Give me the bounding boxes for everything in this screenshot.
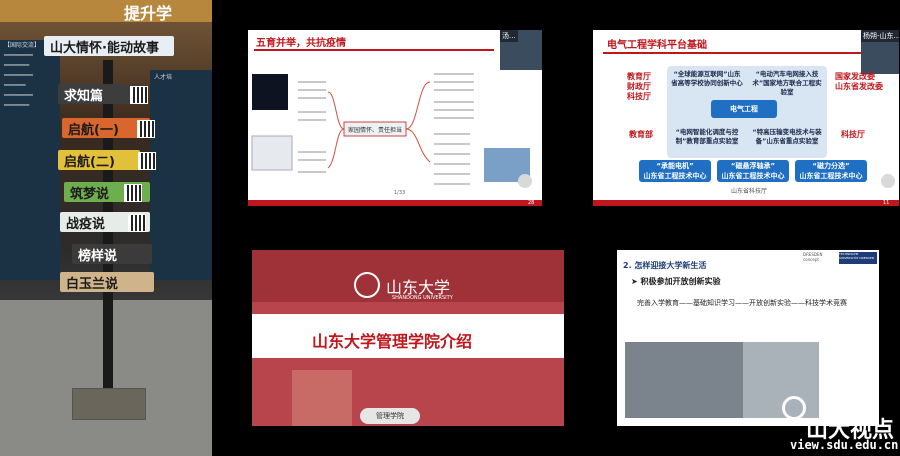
- title-underline: [254, 49, 494, 51]
- sign-7: 白玉兰说: [60, 272, 154, 292]
- slide-mindmap: 五育并举，共抗疫情 汤... 家园情怀、责任担当 1/33 28: [248, 30, 542, 206]
- footer-bar: [593, 200, 899, 206]
- signpost-pole: [103, 60, 113, 405]
- slide-new-life: 2. 怎样迎接大学新生活 ➤ 积极参加开放创新实验 DRESDEN concep…: [617, 250, 879, 426]
- bottom-box-2: “磁力分选” 山东省工程技术中心: [795, 160, 867, 182]
- dresden-logo: DRESDEN concept: [803, 252, 823, 262]
- title-underline: [603, 52, 863, 54]
- top-left-center: “全球能源互联网”山东省高等学校协同创新中心: [671, 70, 743, 87]
- university-seal-icon: [354, 272, 380, 298]
- signpost-base: [72, 388, 146, 420]
- left-photo: 提升学 【国际交流】 ━━━━━━━━ ━━━━━━━ ━━━━━━━━ ━━━━━━…: [0, 0, 212, 456]
- flow-text: 完善入学教育——基础知识学习——开放创新实验——科技学术竞赛: [637, 299, 847, 307]
- slide-title: 山东大学管理学院介绍: [312, 332, 473, 351]
- bottom-box-0: “承能电机” 山东省工程技术中心: [639, 160, 711, 182]
- slide-management: 山东大学 SHANDONG UNIVERSITY 山东大学管理学院介绍 管理学院: [252, 250, 564, 426]
- left-label-1: 教育厅 财政厅 科技厅: [627, 72, 651, 101]
- qr-code-icon: [128, 214, 146, 232]
- sign-3: 启航(二): [58, 150, 140, 170]
- lab-photo-2: [743, 342, 819, 418]
- left-label-2: 教育部: [629, 130, 653, 139]
- sign-0: 山大情怀·能动故事: [44, 36, 174, 56]
- right-label-1: 国家发改委 山东省发改委: [835, 72, 883, 91]
- arrow-icon: ➤: [631, 277, 641, 286]
- bullet: ➤ 积极参加开放创新实验: [631, 277, 721, 286]
- footer-bar: [248, 200, 542, 206]
- watermark-url: view.sdu.edu.cn: [790, 438, 899, 452]
- banner-text: 提升学: [123, 4, 172, 23]
- lab-photo: [625, 342, 743, 418]
- right-label-2: 科技厅: [841, 130, 865, 139]
- bottom-label: 山东省科技厅: [731, 188, 768, 195]
- sign-6: 榜样说: [72, 244, 152, 264]
- video-thumbnail: 杨朔-山东...: [861, 30, 899, 74]
- microphone-icon: [518, 174, 532, 188]
- qr-code-icon: [138, 152, 156, 170]
- bottom-box-1: “磁悬浮轴承” 山东省工程技术中心: [717, 160, 789, 182]
- slide-title: 电气工程学科平台基础: [607, 40, 707, 51]
- qr-code-icon: [137, 120, 155, 138]
- tu-dresden-logo: TECHNISCHE UNIVERSITÄT DRESDEN: [839, 252, 877, 264]
- qr-code-icon: [124, 184, 142, 202]
- board-right-heading: 人才培: [154, 74, 173, 81]
- mid-left-lab: “电网智能化调度与控制”教育部重点实验室: [675, 128, 739, 145]
- university-logo-en: SHANDONG UNIVERSITY: [392, 295, 453, 301]
- participant-name: 汤...: [500, 30, 518, 42]
- eye-logo-icon: [782, 396, 806, 420]
- info-board-right: 人才培: [150, 70, 212, 280]
- building-silhouette: [292, 370, 352, 426]
- slide-heading: 2. 怎样迎接大学新生活: [623, 261, 707, 270]
- page-number: 28: [528, 200, 535, 206]
- photo-banner: 提升学: [0, 0, 212, 23]
- center-box: 电气工程: [711, 100, 777, 118]
- center-node: 家园情怀、责任担当: [348, 127, 403, 134]
- slide-counter: 1/33: [394, 190, 406, 196]
- footer-pill: 管理学院: [360, 408, 420, 424]
- slide-title: 五育并举，共抗疫情: [256, 38, 346, 49]
- top-right-center: “电动汽车电网接入技术”国家地方联合工程实验室: [752, 70, 822, 96]
- info-board-left: 【国际交流】 ━━━━━━━━ ━━━━━━━ ━━━━━━━━ ━━━━━━ ━━━━…: [0, 40, 60, 280]
- slide-platform: 电气工程学科平台基础 杨朔-山东... 教育厅 财政厅 科技厅 教育部 国家发改委山…: [593, 30, 899, 206]
- sign-1: 求知篇: [58, 84, 130, 104]
- microphone-icon: [881, 174, 895, 188]
- mid-right-lab: “特高压输变电技术与装备”山东省重点实验室: [752, 128, 822, 145]
- qr-code-icon: [130, 86, 148, 104]
- page-number: 11: [883, 200, 890, 206]
- participant-name: 杨朔-山东...: [861, 30, 899, 42]
